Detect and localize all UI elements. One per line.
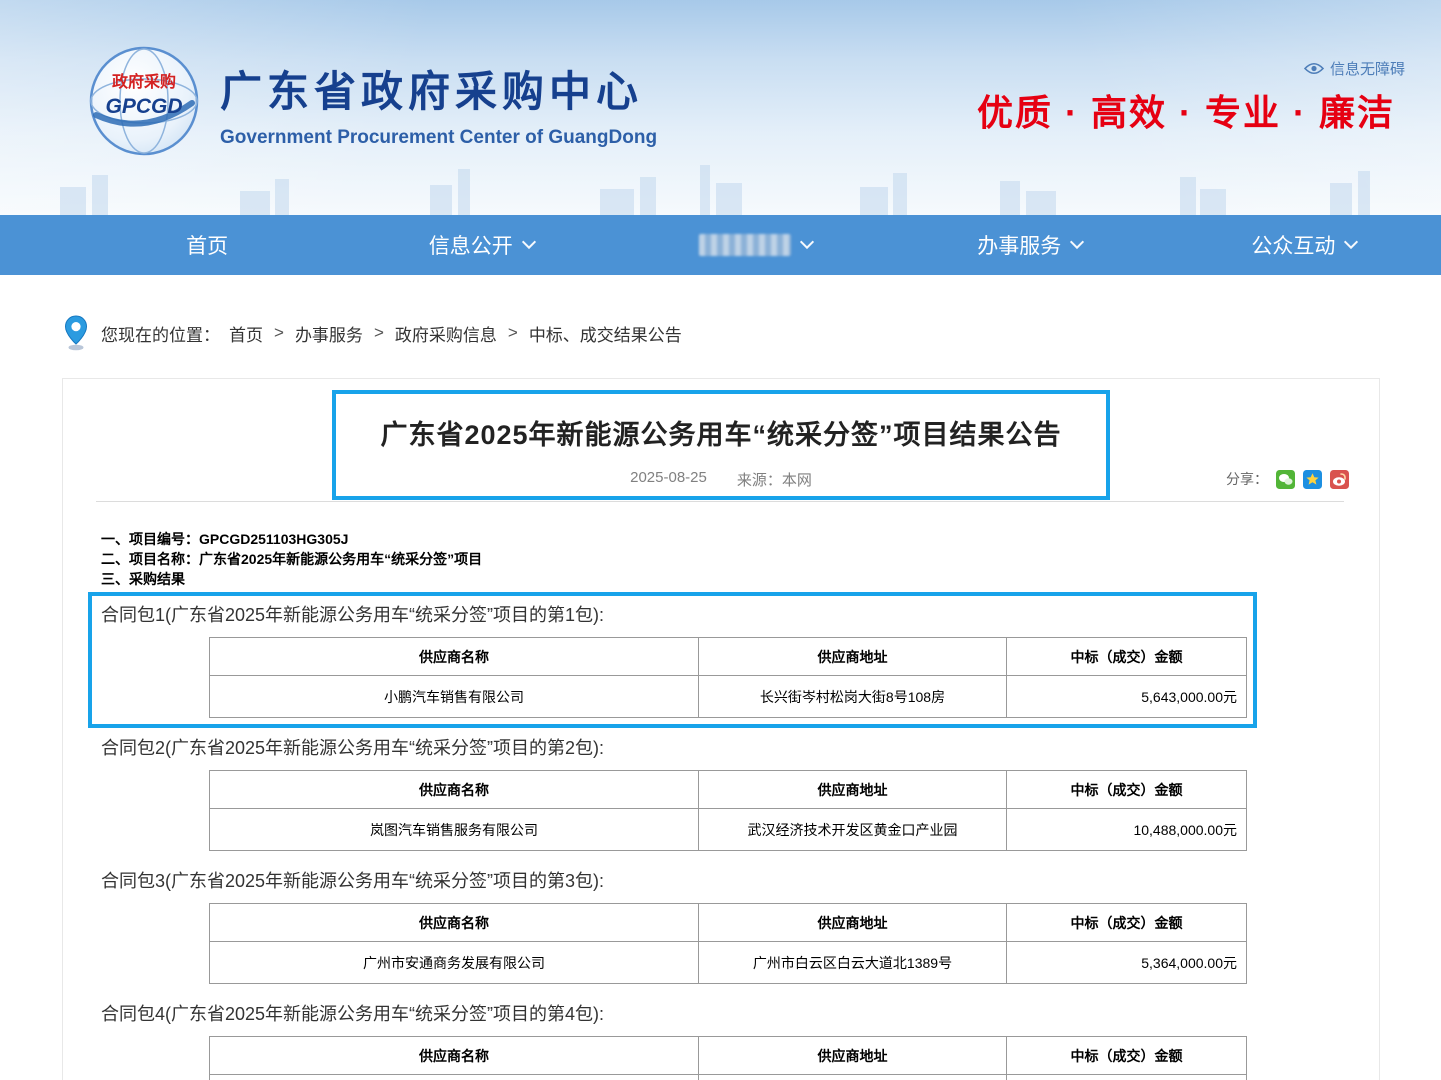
supplier-name: 广州市安通商务发展有限公司 xyxy=(210,942,699,984)
package-heading: 合同包2(广东省2025年新能源公务用车“统采分签”项目的第2包): xyxy=(101,734,1379,758)
col-supplier-name: 供应商名称 xyxy=(210,904,699,942)
table-row xyxy=(210,1075,1247,1080)
col-award-amount: 中标（成交）金额 xyxy=(1007,904,1247,942)
procurement-result-label: 三、采购结果 xyxy=(101,569,482,589)
nav-label: 信息公开 xyxy=(429,230,513,260)
supplier-address xyxy=(699,1075,1007,1080)
award-amount xyxy=(1007,1075,1247,1080)
location-pin-icon xyxy=(64,315,88,351)
col-supplier-address: 供应商地址 xyxy=(699,904,1007,942)
table-header-row: 供应商名称 供应商地址 中标（成交）金额 xyxy=(210,904,1247,942)
nav-label: 首页 xyxy=(186,230,228,260)
share-bar: 分享： xyxy=(1226,469,1349,489)
supplier-name: 小鹏汽车销售有限公司 xyxy=(210,676,699,718)
col-supplier-address: 供应商地址 xyxy=(699,638,1007,676)
slogan-banner: 优质 · 高效 · 专业 · 廉洁 xyxy=(977,84,1395,136)
site-header: 政府采购 GPCGD 广东省政府采购中心 Government Procurem… xyxy=(0,0,1441,215)
site-title: 广东省政府采购中心 xyxy=(220,58,657,119)
col-award-amount: 中标（成交）金额 xyxy=(1007,1037,1247,1075)
city-skyline-decoration xyxy=(0,157,1441,215)
chevron-down-icon xyxy=(1344,235,1358,249)
qzone-share-icon[interactable] xyxy=(1303,470,1322,489)
project-name: 二、项目名称：广东省2025年新能源公务用车“统采分签”项目 xyxy=(101,549,482,569)
nav-label: 办事服务 xyxy=(977,230,1061,260)
article-meta-row: 2025-08-25 来源：本网 xyxy=(63,469,1379,490)
table-header-row: 供应商名称 供应商地址 中标（成交）金额 xyxy=(210,638,1247,676)
content-card: 广东省2025年新能源公务用车“统采分签”项目结果公告 2025-08-25 来… xyxy=(62,378,1380,1080)
nav-item-redacted[interactable] xyxy=(618,215,892,275)
table-row: 岚图汽车销售服务有限公司 武汉经济技术开发区黄金口产业园 10,488,000.… xyxy=(210,809,1247,851)
accessibility-link[interactable]: 信息无障碍 xyxy=(1304,58,1405,79)
package-table: 供应商名称 供应商地址 中标（成交）金额 广州市安通商务发展有限公司 广州市白云… xyxy=(209,903,1247,984)
site-subtitle: Government Procurement Center of GuangDo… xyxy=(220,127,657,149)
package-table: 供应商名称 供应商地址 中标（成交）金额 小鹏汽车销售有限公司 长兴街岑村松岗大… xyxy=(209,637,1247,718)
eye-icon xyxy=(1304,62,1324,75)
main-nav: 首页 信息公开 办事服务 公众互动 xyxy=(0,215,1441,275)
col-supplier-name: 供应商名称 xyxy=(210,638,699,676)
package-heading: 合同包1(广东省2025年新能源公务用车“统采分签”项目的第1包): xyxy=(101,601,1379,625)
supplier-name: 岚图汽车销售服务有限公司 xyxy=(210,809,699,851)
supplier-name xyxy=(210,1075,699,1080)
chevron-down-icon xyxy=(1070,235,1084,249)
table-row: 广州市安通商务发展有限公司 广州市白云区白云大道北1389号 5,364,000… xyxy=(210,942,1247,984)
supplier-address: 武汉经济技术开发区黄金口产业园 xyxy=(699,809,1007,851)
award-amount: 5,364,000.00元 xyxy=(1007,942,1247,984)
package-section-1: 合同包1(广东省2025年新能源公务用车“统采分签”项目的第1包): 供应商名称… xyxy=(63,601,1379,718)
table-header-row: 供应商名称 供应商地址 中标（成交）金额 xyxy=(210,1037,1247,1075)
col-supplier-address: 供应商地址 xyxy=(699,771,1007,809)
project-meta: 一、项目编号：GPCGD251103HG305J 二、项目名称：广东省2025年… xyxy=(101,529,482,589)
redacted-label xyxy=(699,234,791,256)
table-header-row: 供应商名称 供应商地址 中标（成交）金额 xyxy=(210,771,1247,809)
wechat-share-icon[interactable] xyxy=(1276,470,1295,489)
chevron-down-icon xyxy=(800,235,814,249)
package-heading: 合同包3(广东省2025年新能源公务用车“统采分签”项目的第3包): xyxy=(101,867,1379,891)
award-amount: 10,488,000.00元 xyxy=(1007,809,1247,851)
package-section-3: 合同包3(广东省2025年新能源公务用车“统采分签”项目的第3包): 供应商名称… xyxy=(63,867,1379,984)
package-table: 供应商名称 供应商地址 中标（成交）金额 岚图汽车销售服务有限公司 武汉经济技术… xyxy=(209,770,1247,851)
supplier-address: 广州市白云区白云大道北1389号 xyxy=(699,942,1007,984)
package-section-2: 合同包2(广东省2025年新能源公务用车“统采分签”项目的第2包): 供应商名称… xyxy=(63,734,1379,851)
chevron-down-icon xyxy=(522,235,536,249)
breadcrumb-procurement-info[interactable]: 政府采购信息 xyxy=(395,321,497,346)
col-supplier-name: 供应商名称 xyxy=(210,1037,699,1075)
breadcrumb-separator: > xyxy=(374,323,384,343)
share-label: 分享： xyxy=(1226,469,1268,489)
breadcrumb-separator: > xyxy=(508,323,518,343)
col-award-amount: 中标（成交）金额 xyxy=(1007,771,1247,809)
breadcrumb-current: 中标、成交结果公告 xyxy=(529,321,682,346)
article-date: 2025-08-25 xyxy=(630,469,707,490)
breadcrumb-services[interactable]: 办事服务 xyxy=(295,321,363,346)
project-number: 一、项目编号：GPCGD251103HG305J xyxy=(101,529,482,549)
breadcrumb-prefix: 您现在的位置： xyxy=(101,321,220,346)
breadcrumb: 您现在的位置： 首页 > 办事服务 > 政府采购信息 > 中标、成交结果公告 xyxy=(64,305,682,361)
package-section-4: 合同包4(广东省2025年新能源公务用车“统采分签”项目的第4包): 供应商名称… xyxy=(63,1000,1379,1080)
package-table: 供应商名称 供应商地址 中标（成交）金额 xyxy=(209,1036,1247,1080)
accessibility-label: 信息无障碍 xyxy=(1330,58,1405,79)
nav-item-info-disclosure[interactable]: 信息公开 xyxy=(344,215,618,275)
nav-item-public-interaction[interactable]: 公众互动 xyxy=(1167,215,1441,275)
nav-label: 公众互动 xyxy=(1251,230,1335,260)
site-logo[interactable]: 政府采购 GPCGD xyxy=(88,45,200,157)
col-award-amount: 中标（成交）金额 xyxy=(1007,638,1247,676)
table-row: 小鹏汽车销售有限公司 长兴街岑村松岗大街8号108房 5,643,000.00元 xyxy=(210,676,1247,718)
nav-item-home[interactable]: 首页 xyxy=(70,215,344,275)
logo-text-en: GPCGD xyxy=(105,95,182,118)
col-supplier-address: 供应商地址 xyxy=(699,1037,1007,1075)
nav-item-services[interactable]: 办事服务 xyxy=(893,215,1167,275)
supplier-address: 长兴街岑村松岗大街8号108房 xyxy=(699,676,1007,718)
package-heading: 合同包4(广东省2025年新能源公务用车“统采分签”项目的第4包): xyxy=(101,1000,1379,1024)
logo-text-cn: 政府采购 xyxy=(112,72,176,91)
breadcrumb-separator: > xyxy=(274,323,284,343)
article-source: 来源：本网 xyxy=(737,469,812,490)
brand-text: 广东省政府采购中心 Government Procurement Center … xyxy=(220,58,657,149)
content-divider xyxy=(96,501,1344,502)
award-amount: 5,643,000.00元 xyxy=(1007,676,1247,718)
breadcrumb-home[interactable]: 首页 xyxy=(229,321,263,346)
weibo-share-icon[interactable] xyxy=(1330,470,1349,489)
col-supplier-name: 供应商名称 xyxy=(210,771,699,809)
article-title: 广东省2025年新能源公务用车“统采分签”项目结果公告 xyxy=(63,413,1379,452)
page: 政府采购 GPCGD 广东省政府采购中心 Government Procurem… xyxy=(0,0,1441,1080)
